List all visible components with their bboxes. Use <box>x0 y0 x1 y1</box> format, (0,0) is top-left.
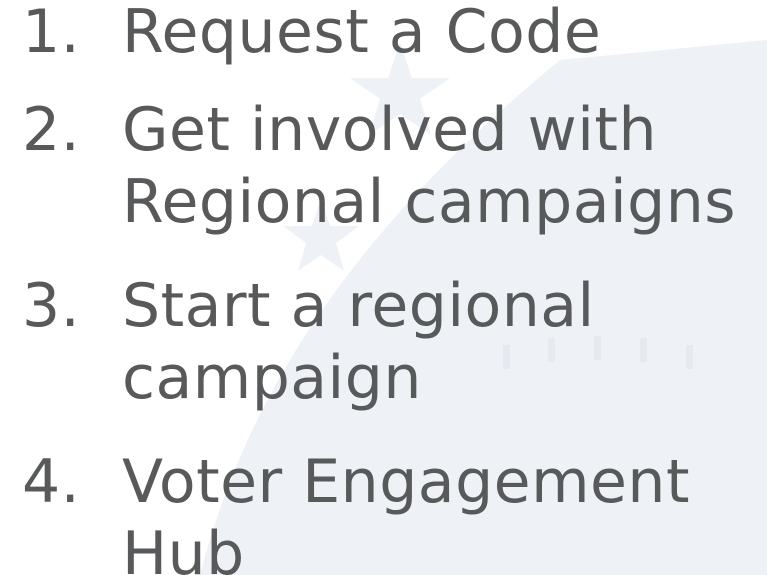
step-number: 3. <box>22 271 81 341</box>
step-number: 2. <box>22 95 81 165</box>
steps-list: 1. Request a Code 2. Get involved with R… <box>0 0 767 575</box>
step-label-start-regional-campaign: Start a regional campaign <box>122 271 595 413</box>
step-label-request-code: Request a Code <box>122 0 602 67</box>
slide-page: 1. Request a Code 2. Get involved with R… <box>0 0 767 575</box>
step-label-regional-campaigns: Get involved with Regional campaigns <box>122 95 737 237</box>
step-number: 4. <box>22 447 81 517</box>
step-number: 1. <box>22 0 81 67</box>
step-label-voter-engagement-hub: Voter Engagement Hub <box>122 447 690 575</box>
